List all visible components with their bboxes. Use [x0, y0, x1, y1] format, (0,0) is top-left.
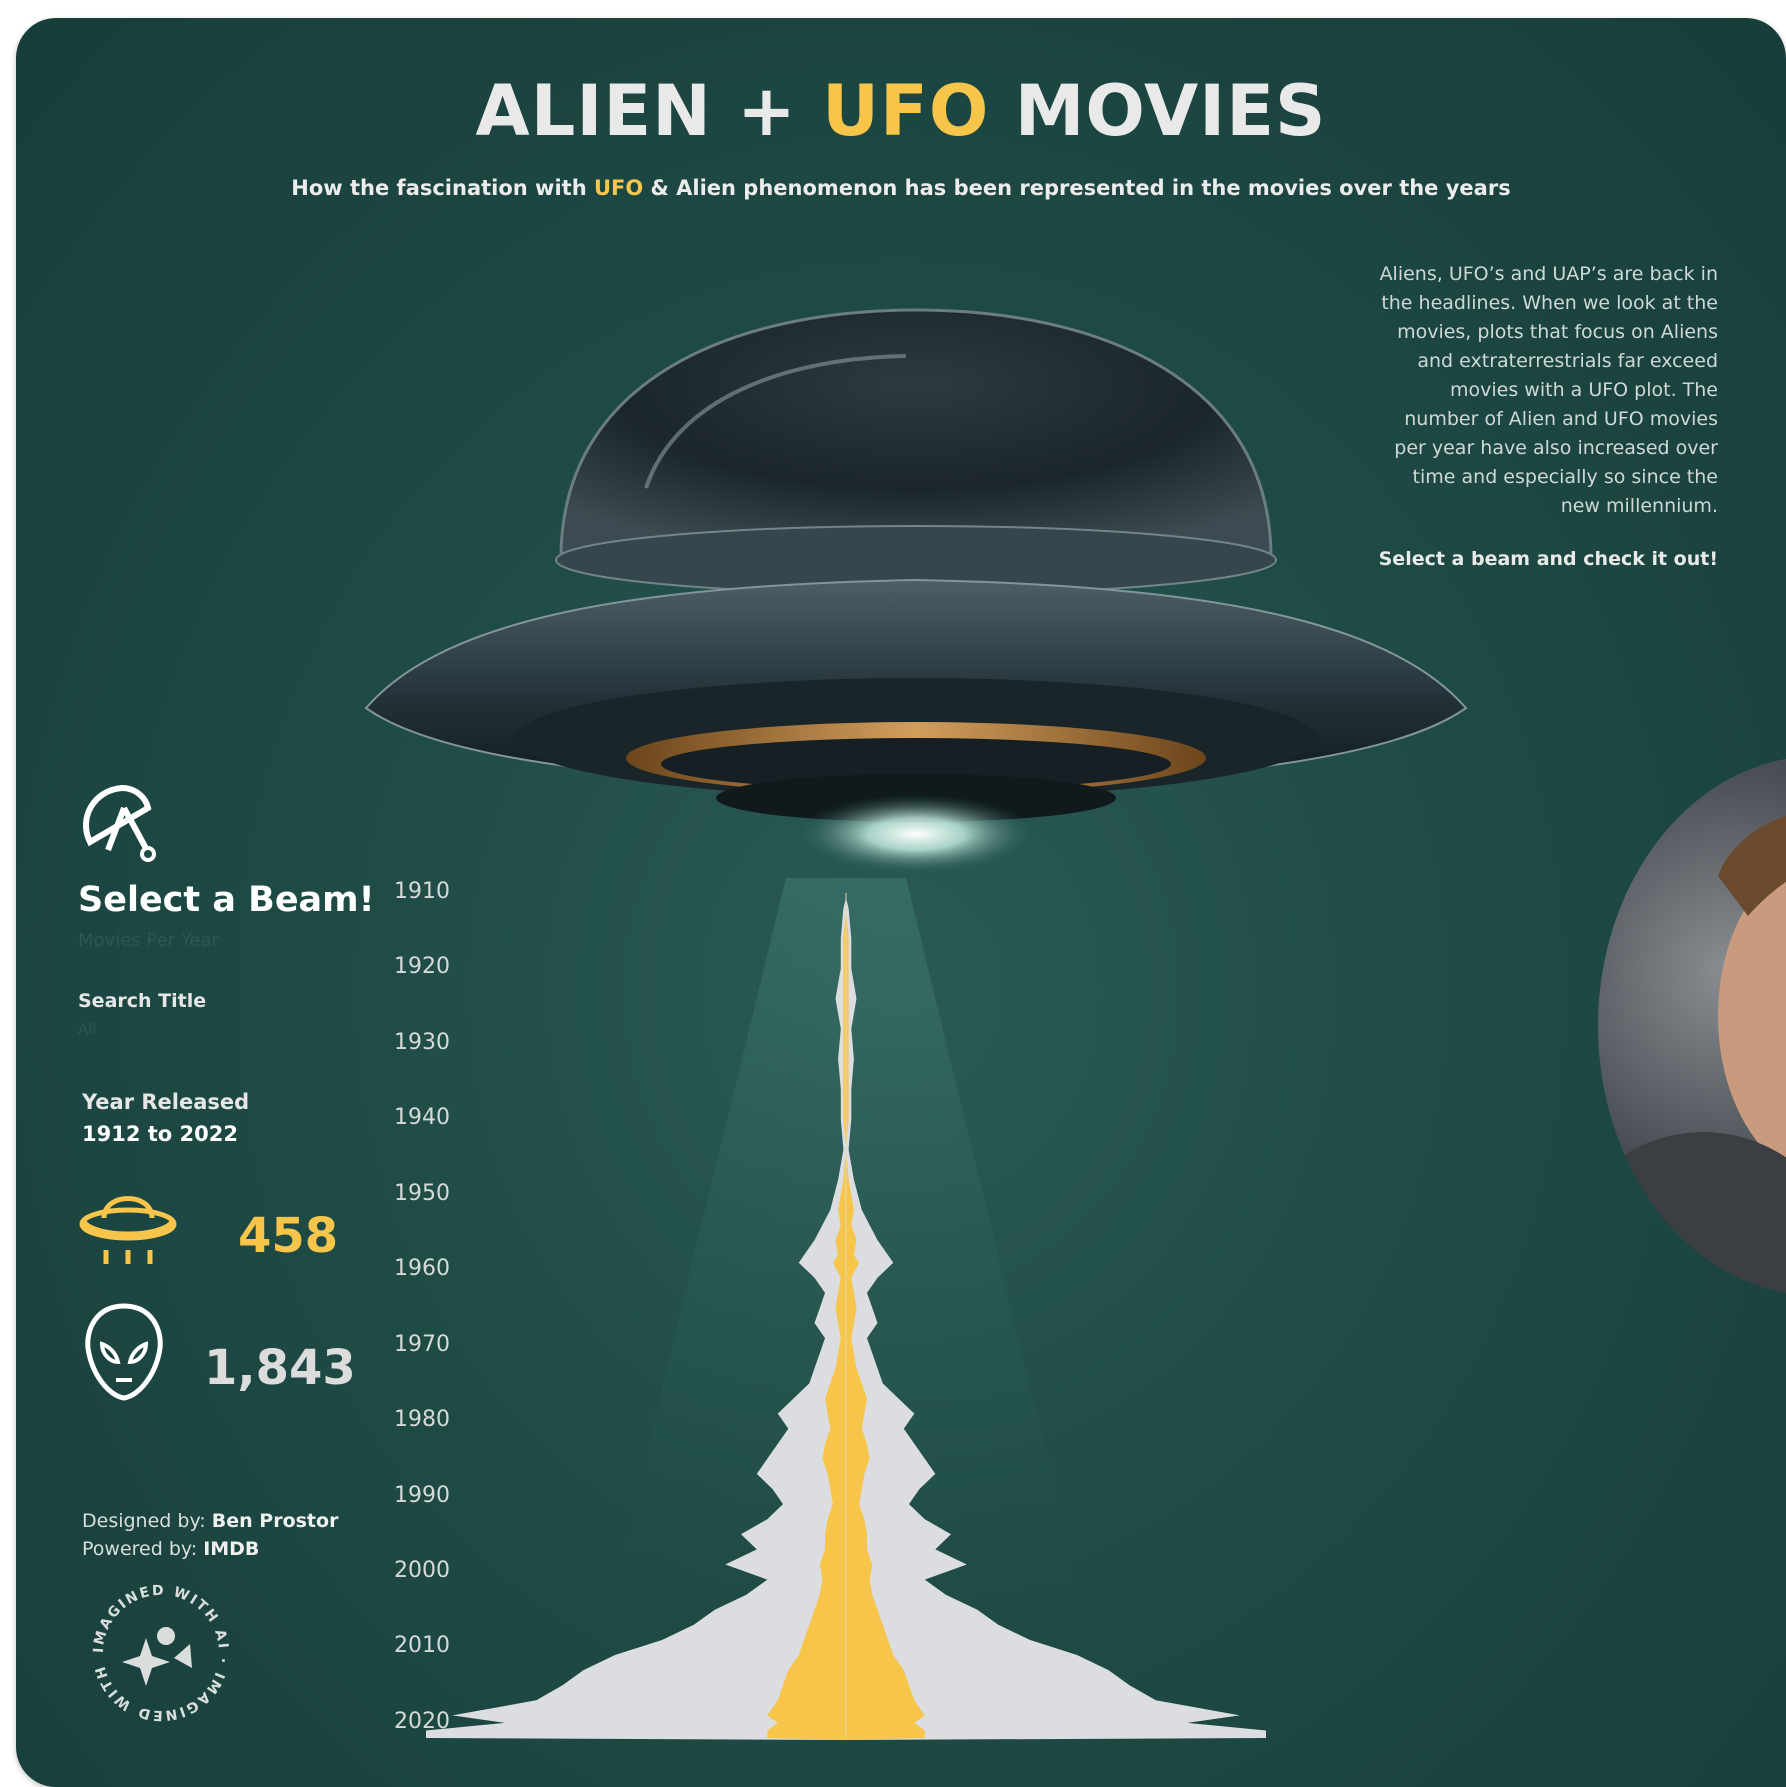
- alien-icon[interactable]: [82, 1300, 166, 1404]
- page-subtitle: How the fascination with UFO & Alien phe…: [291, 176, 1511, 200]
- subtitle-accent: UFO: [593, 176, 644, 200]
- ufo-illustration: [364, 308, 1468, 874]
- powered-by: Powered by: IMDB: [82, 1538, 260, 1560]
- search-title-label: Search Title: [78, 990, 207, 1012]
- year-released-label: Year Released: [82, 1090, 250, 1114]
- select-beam-title: Select a Beam!: [78, 880, 375, 920]
- author-portrait: [1598, 756, 1786, 1296]
- year-range-filter[interactable]: 1912 to 2022: [82, 1122, 238, 1146]
- designer-name: Ben Prostor: [211, 1510, 339, 1532]
- search-title-input[interactable]: All: [78, 1020, 97, 1038]
- page-title: ALIEN + UFO MOVIES: [475, 70, 1327, 152]
- select-beam-icon: [83, 784, 156, 862]
- ufo-movie-count: 458: [238, 1208, 339, 1264]
- movies-per-year-beam-chart[interactable]: [406, 878, 1286, 1748]
- data-source-name: IMDB: [203, 1538, 260, 1560]
- designed-by: Designed by: Ben Prostor: [82, 1510, 339, 1532]
- imagined-with-ai-badge: IMAGINED WITH AI · IMAGINED WITH AI ·: [86, 1578, 231, 1723]
- svg-text:IMAGINED WITH AI · IMAGINED WI: IMAGINED WITH AI · IMAGINED WITH AI ·: [86, 1578, 231, 1723]
- movies-per-year-label: Movies Per Year: [78, 930, 219, 951]
- alien-movie-count: 1,843: [204, 1340, 356, 1396]
- title-accent: UFO: [822, 70, 990, 152]
- ufo-icon[interactable]: [76, 1184, 180, 1270]
- dashboard-card: ALIEN + UFO MOVIES How the fascination w…: [16, 18, 1786, 1787]
